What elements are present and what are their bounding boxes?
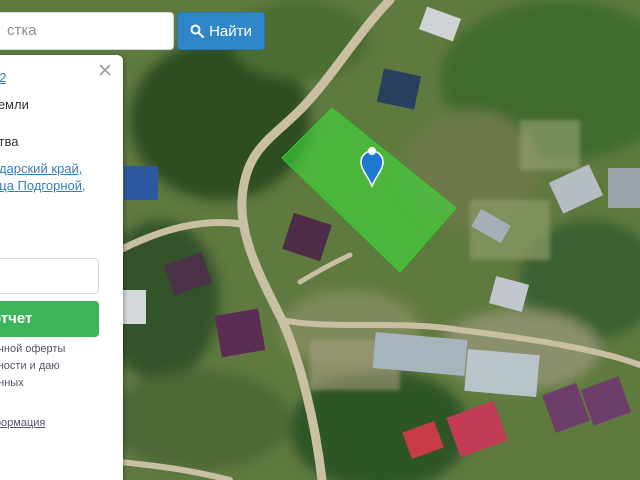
consent-text-line-2: ьности и даю: [0, 360, 60, 372]
close-icon[interactable]: [96, 61, 114, 79]
parcel-number-link[interactable]: 32: [0, 70, 6, 85]
search-button-label: Найти: [209, 22, 252, 40]
search-icon: [190, 24, 205, 38]
land-use-label: ства: [0, 134, 19, 149]
consent-text-line-1: ичной оферты: [0, 343, 66, 355]
land-category-label: земли: [0, 97, 29, 112]
contact-input[interactable]: т: [0, 258, 99, 294]
search-input[interactable]: стка: [0, 12, 174, 50]
order-report-button[interactable]: отчет: [0, 301, 99, 337]
info-link-line-1[interactable]: формация: [0, 417, 45, 429]
address-link-line-1[interactable]: одарский край,: [0, 161, 82, 176]
info-panel: 32 земли ства одарский край, ица Подгорн…: [0, 55, 123, 480]
address-link-line-2[interactable]: ица Подгорной,: [0, 178, 86, 193]
search-button[interactable]: Найти: [177, 12, 265, 50]
consent-text-line-3: анных: [0, 377, 24, 389]
